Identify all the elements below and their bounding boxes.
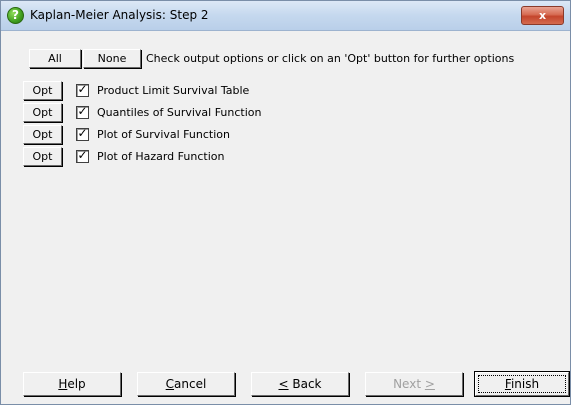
none-button[interactable]: None — [83, 49, 141, 68]
all-button[interactable]: All — [29, 49, 81, 68]
label-product-limit: Product Limit Survival Table — [97, 84, 250, 97]
help-rest: elp — [67, 377, 86, 391]
finish-button[interactable]: Finish — [474, 371, 570, 397]
help-button[interactable]: Help — [23, 372, 121, 396]
checkbox-survival-plot[interactable]: ✓ — [76, 126, 89, 141]
window-title: Kaplan-Meier Analysis: Step 2 — [30, 8, 209, 22]
close-button[interactable]: x — [521, 6, 564, 25]
opt-button-hazard-plot[interactable]: Opt — [23, 147, 62, 166]
cancel-rest: ancel — [174, 377, 207, 391]
title-bar[interactable]: ? Kaplan-Meier Analysis: Step 2 x — [1, 1, 570, 31]
next-accel: > — [424, 377, 435, 391]
back-rest: Back — [288, 377, 322, 391]
help-accel: H — [58, 377, 68, 391]
opt-button-survival-plot[interactable]: Opt — [23, 125, 62, 144]
checkbox-quantiles[interactable]: ✓ — [76, 104, 89, 119]
opt-button-quantiles[interactable]: Opt — [23, 103, 62, 122]
dialog-window: ? Kaplan-Meier Analysis: Step 2 x All No… — [0, 0, 571, 405]
checkbox-product-limit[interactable]: ✓ — [76, 82, 89, 97]
label-survival-plot: Plot of Survival Function — [97, 128, 230, 141]
opt-button-product-limit[interactable]: Opt — [23, 81, 62, 100]
label-hazard-plot: Plot of Hazard Function — [97, 150, 225, 163]
cancel-accel: C — [165, 377, 175, 391]
instruction-text: Check output options or click on an 'Opt… — [146, 52, 515, 65]
checkbox-hazard-plot[interactable]: ✓ — [76, 148, 89, 163]
next-button[interactable]: Next > — [365, 372, 463, 396]
back-button[interactable]: < Back — [251, 372, 349, 396]
help-question-icon: ? — [7, 7, 24, 24]
next-pre: Next — [393, 377, 425, 391]
cancel-button[interactable]: Cancel — [137, 372, 235, 396]
back-accel: < — [278, 377, 289, 391]
finish-focus-ring: Finish — [478, 375, 566, 393]
label-quantiles: Quantiles of Survival Function — [97, 106, 262, 119]
finish-rest: inish — [510, 377, 540, 391]
